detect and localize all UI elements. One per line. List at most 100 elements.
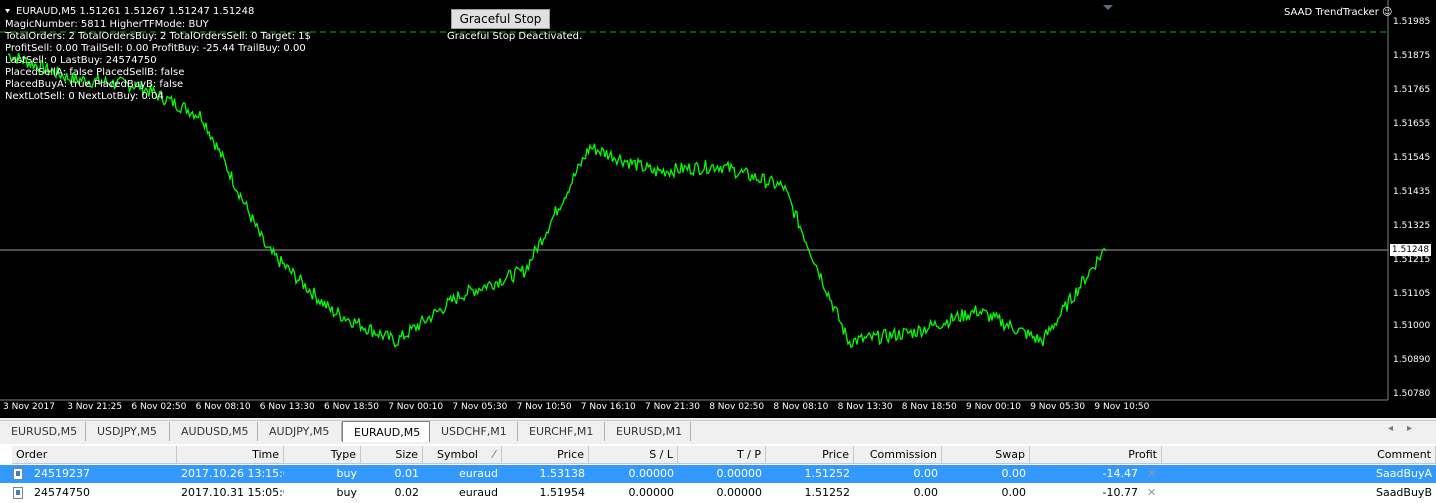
- cell-type: buy: [336, 467, 357, 480]
- col-swap[interactable]: Swap: [942, 446, 1030, 464]
- chart-tabs: EURUSD,M5 USDJPY,M5 AUDUSD,M5 AUDJPY,M5 …: [0, 420, 1436, 442]
- col-tp[interactable]: T / P: [678, 446, 766, 464]
- col-price[interactable]: Price: [502, 446, 589, 464]
- scroll-left-icon[interactable]: ◂: [1388, 423, 1407, 434]
- info-line: LastSell: 0 LastBuy: 24574750: [5, 55, 157, 66]
- price-chart[interactable]: EURAUD,M5 1.51261 1.51267 1.51247 1.5124…: [0, 0, 1436, 418]
- price-tick-label: 1.51325: [1393, 220, 1431, 231]
- time-tick-label: 3 Nov 2017: [3, 402, 55, 412]
- tab-eurchf-m1[interactable]: EURCHF,M1: [518, 422, 605, 441]
- cell-order: 24519237: [34, 467, 90, 480]
- col-symbol-label: Symbol: [437, 448, 478, 461]
- price-tick-label: 1.51985: [1393, 17, 1431, 27]
- close-order-icon[interactable]: ✕: [1147, 465, 1156, 483]
- close-order-icon[interactable]: ✕: [1147, 484, 1156, 502]
- chart-shift-marker[interactable]: [1103, 5, 1113, 10]
- col-type[interactable]: Type: [284, 446, 361, 464]
- time-tick-label: 9 Nov 10:50: [1094, 402, 1150, 412]
- price-tick-label: 1.51655: [1393, 118, 1431, 129]
- tab-eurusd-m5[interactable]: EURUSD,M5: [0, 422, 86, 441]
- price-line: [7, 52, 1107, 349]
- info-line: PlacedSellA: false PlacedSellB: false: [5, 67, 185, 78]
- cell-commission: 0.00: [913, 486, 939, 499]
- cell-comment: SaadBuyA: [1376, 467, 1432, 480]
- time-tick-label: 3 Nov 21:25: [67, 402, 123, 412]
- cell-tp: 0.00000: [716, 467, 763, 480]
- time-tick-label: 7 Nov 10:50: [516, 402, 572, 412]
- tab-audusd-m5[interactable]: AUDUSD,M5: [170, 422, 258, 441]
- tab-euraud-m5[interactable]: EURAUD,M5: [342, 421, 430, 442]
- info-line: ProfitSell: 0.00 TrailSell: 0.00 ProfitB…: [5, 43, 306, 54]
- info-line: PlacedBuyA: true PlacedBuyB: false: [5, 79, 184, 90]
- price-tick-label: 1.51875: [1393, 50, 1431, 61]
- price-tick-label: 1.50780: [1393, 389, 1431, 399]
- cell-comment: SaadBuyB: [1375, 486, 1432, 499]
- cell-tp: 0.00000: [716, 486, 763, 499]
- price-tick-label: 1.51105: [1393, 288, 1431, 299]
- col-comment[interactable]: Comment: [1162, 446, 1436, 464]
- cell-swap: 0.00: [1001, 486, 1027, 499]
- cell-profit: -14.47: [1102, 467, 1138, 480]
- cell-time: 2017.10.31 15:05:00: [181, 486, 284, 499]
- chart-menu-arrow-icon[interactable]: [5, 9, 10, 13]
- chart-canvas: [0, 0, 1389, 401]
- tab-scroll-arrows[interactable]: ◂▸: [1388, 423, 1426, 434]
- time-tick-label: 7 Nov 05:30: [452, 402, 508, 412]
- col-commission[interactable]: Commission: [854, 446, 942, 464]
- time-tick-label: 7 Nov 16:10: [580, 402, 636, 412]
- cell-symbol: euraud: [459, 467, 498, 480]
- scroll-right-icon[interactable]: ▸: [1407, 423, 1426, 434]
- time-tick-label: 8 Nov 08:10: [773, 402, 829, 412]
- graceful-status-text: Graceful Stop Deactivated.: [447, 31, 583, 42]
- smiley-icon: ☺: [1382, 7, 1393, 18]
- price-tick-label: 1.51435: [1393, 186, 1431, 197]
- col-sl[interactable]: S / L: [589, 446, 678, 464]
- time-tick-label: 7 Nov 00:10: [388, 402, 444, 412]
- col-time[interactable]: Time: [177, 446, 284, 464]
- cell-swap: 0.00: [1001, 467, 1027, 480]
- time-tick-label: 8 Nov 13:30: [837, 402, 893, 412]
- tab-audjpy-m5[interactable]: AUDJPY,M5: [258, 422, 342, 441]
- price-tick-label: 1.51765: [1393, 84, 1431, 95]
- cell-size: 0.01: [394, 467, 420, 480]
- time-tick-label: 6 Nov 02:50: [131, 402, 187, 412]
- time-tick-label: 6 Nov 08:10: [195, 402, 251, 412]
- price-tick-label: 1.50890: [1393, 355, 1431, 366]
- cell-current-price: 1.51252: [804, 467, 851, 480]
- cell-sl: 0.00000: [628, 486, 675, 499]
- graceful-stop-button[interactable]: Graceful Stop: [451, 9, 550, 29]
- trade-table: Order Time Type Size Symbol ⁄ Price S / L…: [0, 444, 1436, 503]
- cell-sl: 0.00000: [628, 467, 675, 480]
- cell-size: 0.02: [394, 486, 420, 499]
- time-tick-label: 8 Nov 02:50: [709, 402, 765, 412]
- col-current-price[interactable]: Price: [766, 446, 854, 464]
- table-row[interactable]: 24519237 2017.10.26 13:15:00 buy 0.01 eu…: [0, 465, 1436, 483]
- tab-eurusd-m1[interactable]: EURUSD,M1: [605, 422, 691, 441]
- table-header: Order Time Type Size Symbol ⁄ Price S / L…: [0, 446, 1436, 464]
- col-profit[interactable]: Profit: [1030, 446, 1162, 464]
- cell-price: 1.51954: [539, 486, 586, 499]
- cell-order: 24574750: [34, 486, 90, 499]
- time-tick-label: 6 Nov 18:50: [324, 402, 379, 412]
- info-line: TotalOrders: 2 TotalOrdersBuy: 2 TotalOr…: [5, 31, 311, 42]
- price-tick-label: 1.51000: [1393, 321, 1431, 332]
- table-row[interactable]: 24574750 2017.10.31 15:05:00 buy 0.02 eu…: [0, 484, 1436, 502]
- order-icon: [13, 468, 23, 480]
- col-size[interactable]: Size: [361, 446, 423, 464]
- order-icon: [13, 487, 23, 499]
- cell-current-price: 1.51252: [804, 486, 851, 499]
- col-order[interactable]: Order: [12, 446, 177, 464]
- tab-usdjpy-m5[interactable]: USDJPY,M5: [86, 422, 170, 441]
- tab-usdchf-m1[interactable]: USDCHF,M1: [430, 422, 518, 441]
- info-line: NextLotSell: 0 NextLotBuy: 0.04: [5, 91, 164, 102]
- price-tick-label: 1.51545: [1393, 152, 1431, 163]
- cell-type: buy: [336, 486, 357, 499]
- time-tick-label: 9 Nov 05:30: [1030, 402, 1086, 412]
- cell-symbol: euraud: [459, 486, 498, 499]
- col-symbol[interactable]: Symbol ⁄: [423, 446, 502, 464]
- brand-label: SAAD TrendTracker ☺: [1284, 7, 1392, 19]
- cell-profit: -10.77: [1102, 486, 1138, 499]
- chart-header: EURAUD,M5 1.51261 1.51267 1.51247 1.5124…: [16, 6, 255, 17]
- cell-price: 1.53138: [539, 467, 586, 480]
- price-tick-label: 1.51215: [1393, 254, 1431, 265]
